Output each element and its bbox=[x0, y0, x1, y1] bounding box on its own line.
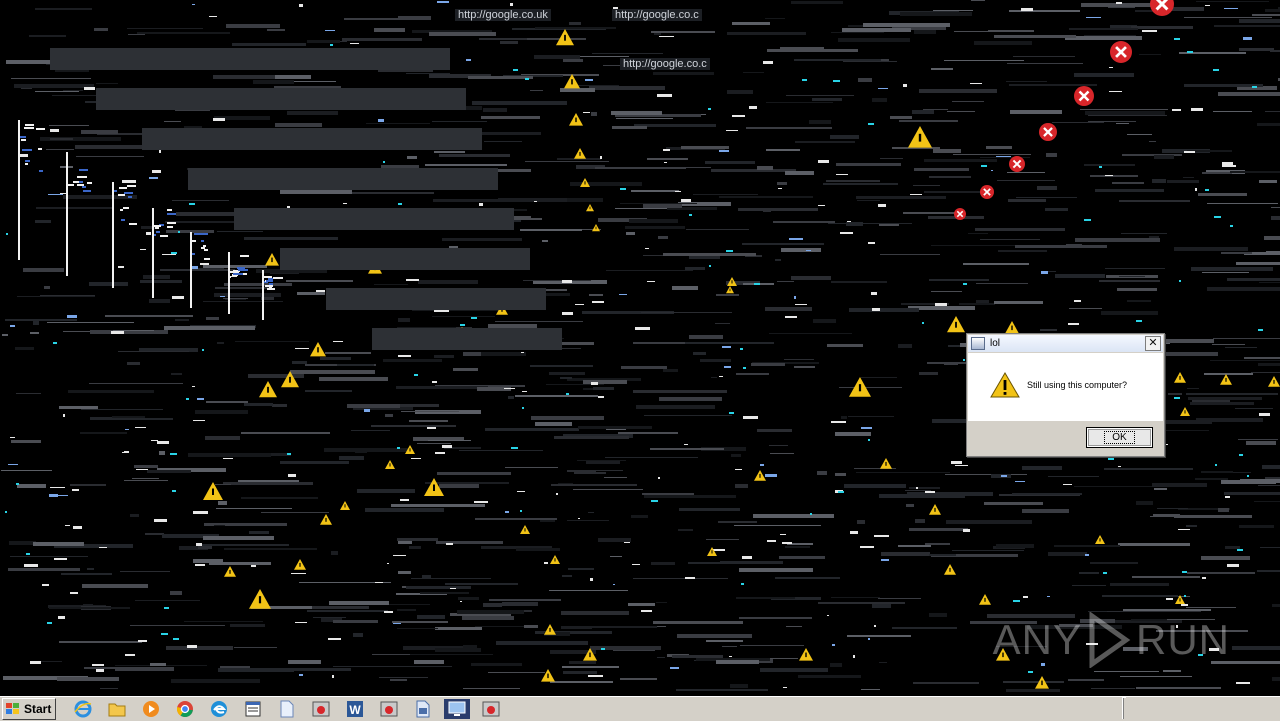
dialog-title: lol bbox=[990, 338, 1001, 349]
ok-button-label: OK bbox=[1104, 431, 1135, 444]
ghost-address-bar-text: http://google.co.uk bbox=[455, 9, 551, 21]
glitched-desktop: http://google.co.uk http://google.co.c h… bbox=[0, 0, 1280, 696]
internet-explorer-icon[interactable] bbox=[70, 699, 96, 719]
file-icon[interactable] bbox=[410, 699, 436, 719]
error-app-icon-3[interactable] bbox=[478, 699, 504, 719]
system-tray bbox=[1123, 698, 1280, 719]
edge-icon[interactable] bbox=[206, 699, 232, 719]
word-icon[interactable]: W bbox=[342, 699, 368, 719]
chrome-icon[interactable] bbox=[172, 699, 198, 719]
ok-button[interactable]: OK bbox=[1086, 427, 1153, 448]
ghost-address-bar-text: http://google.co.c bbox=[620, 58, 710, 70]
dialog-message: Still using this computer? bbox=[1027, 380, 1128, 390]
warning-icon bbox=[990, 372, 1020, 398]
media-player-icon[interactable] bbox=[138, 699, 164, 719]
monitor-app-icon[interactable] bbox=[444, 699, 471, 719]
file-explorer-icon[interactable] bbox=[104, 699, 130, 719]
watermark-text-left: ANY bbox=[992, 616, 1082, 663]
document-icon[interactable] bbox=[274, 699, 300, 719]
ghost-address-bar-text: http://google.co.c bbox=[612, 9, 702, 21]
dialog-titlebar[interactable]: lol ✕ bbox=[968, 335, 1163, 352]
start-label: Start bbox=[24, 702, 52, 716]
play-logo-icon bbox=[1089, 612, 1131, 668]
error-app-icon[interactable] bbox=[308, 699, 334, 719]
windows-flag-icon bbox=[6, 703, 19, 714]
dialog-body: Still using this computer? bbox=[968, 353, 1163, 421]
watermark-text-right: RUN bbox=[1136, 616, 1230, 663]
start-button[interactable]: Start bbox=[2, 698, 57, 720]
taskbar: Start W bbox=[0, 696, 1280, 721]
message-box-dialog: lol ✕ Still using this computer? OK bbox=[966, 333, 1165, 457]
error-app-icon-2[interactable] bbox=[376, 699, 402, 719]
window-icon bbox=[971, 337, 985, 350]
anyrun-watermark: ANY RUN bbox=[993, 610, 1230, 670]
svg-text:W: W bbox=[350, 703, 362, 717]
notepad-window-icon[interactable] bbox=[240, 699, 266, 719]
dialog-close-button[interactable]: ✕ bbox=[1145, 336, 1161, 351]
